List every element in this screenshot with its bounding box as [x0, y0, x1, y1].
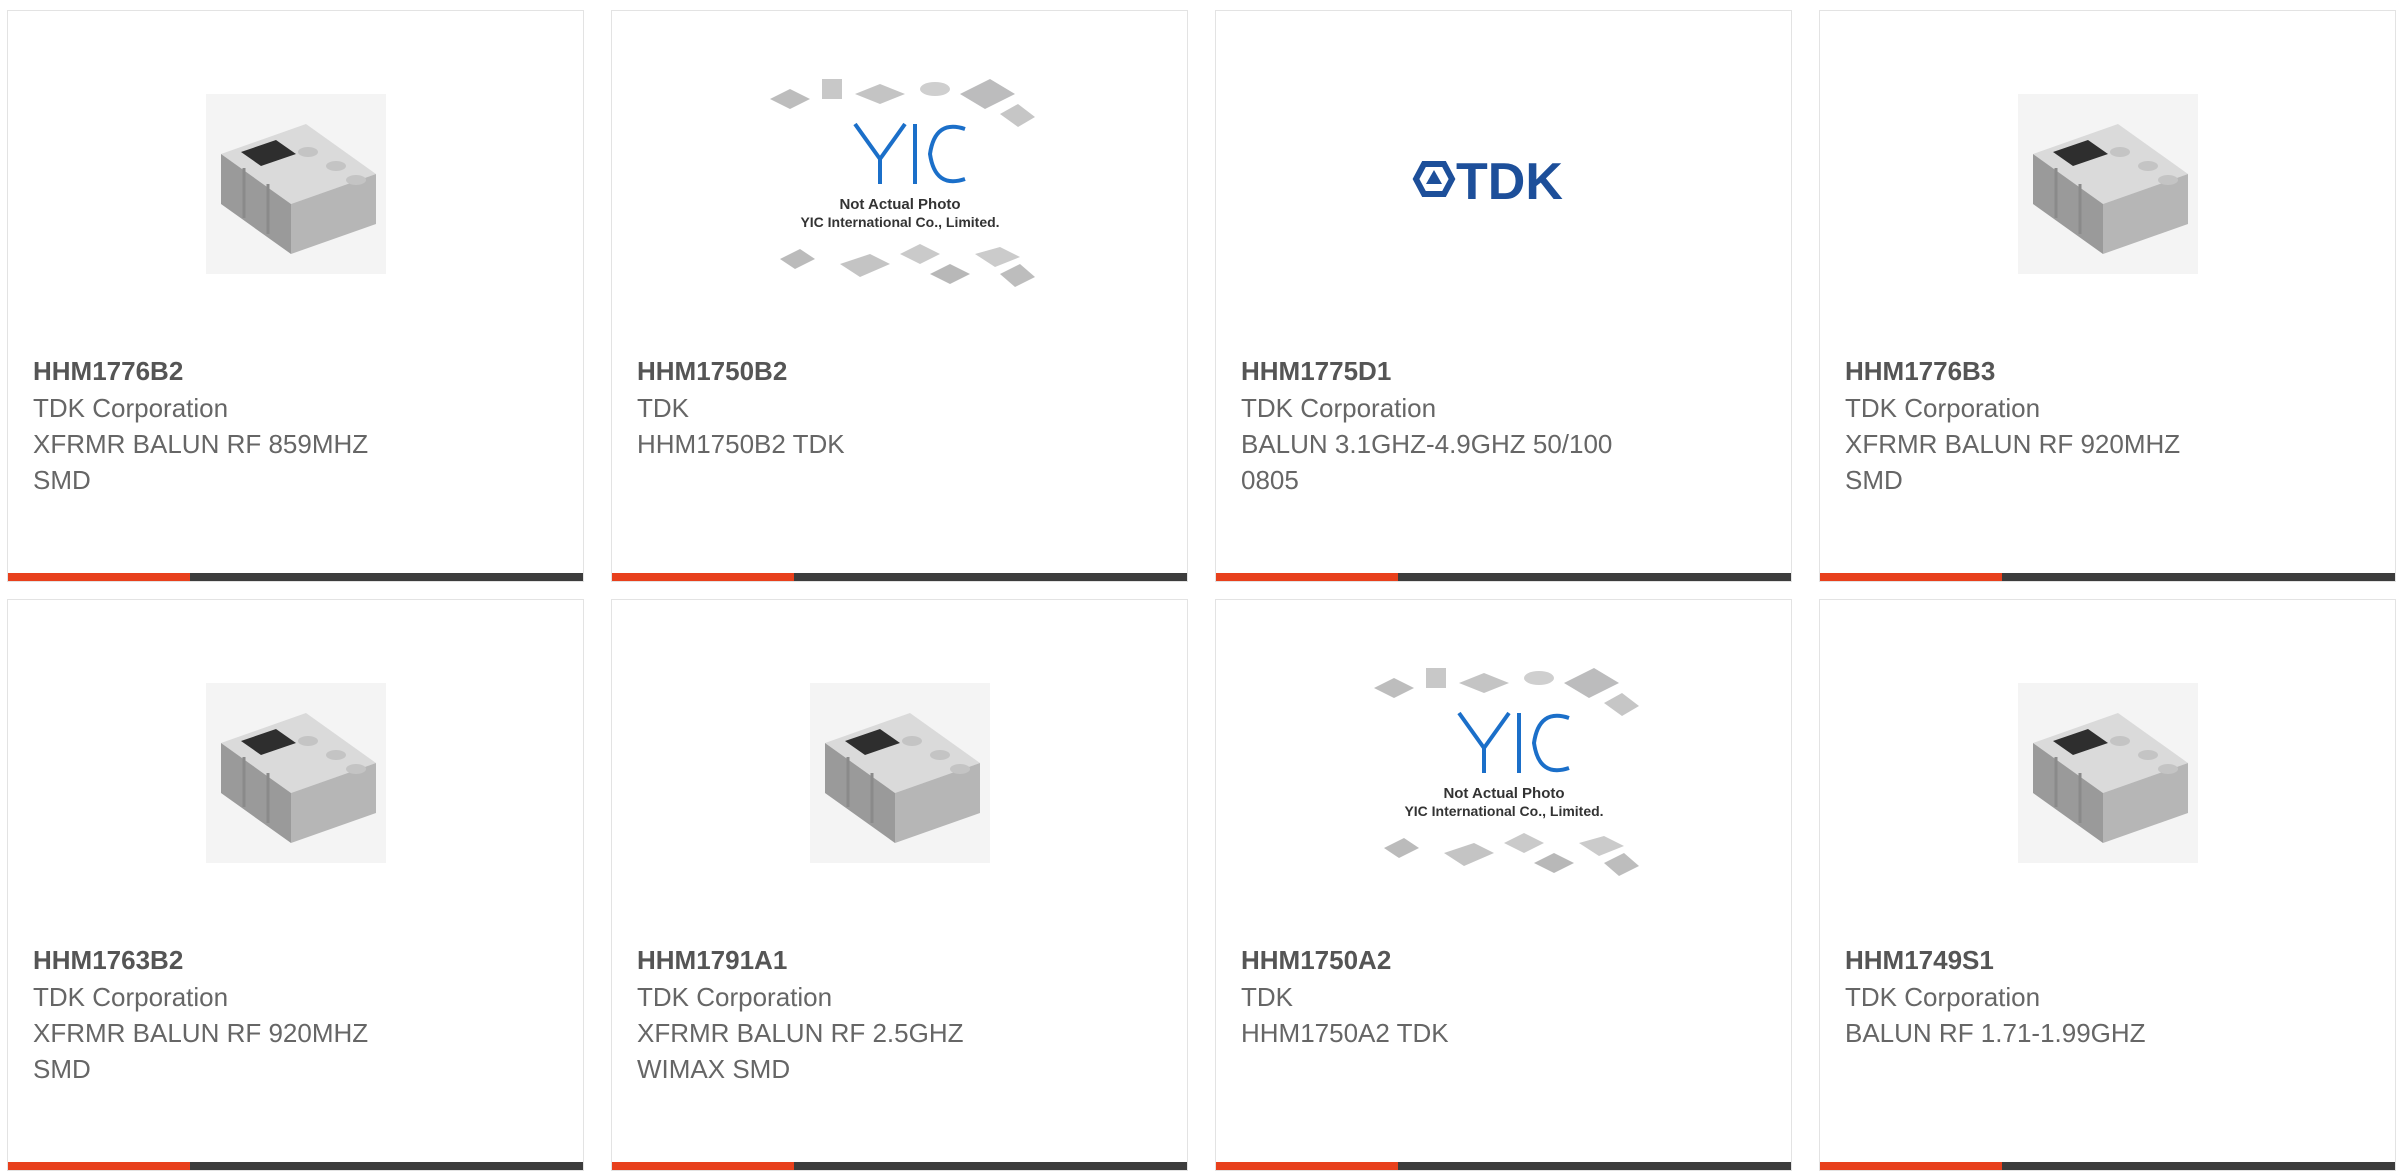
- card-footer-bar: [1820, 573, 2395, 581]
- manufacturer: TDK Corporation: [1241, 393, 1437, 423]
- manufacturer: TDK Corporation: [637, 982, 833, 1012]
- description-continued: SMD: [33, 465, 91, 495]
- description: HHM1750A2 TDK: [1241, 1018, 1449, 1048]
- card-footer-bar: [1216, 573, 1791, 581]
- product-card[interactable]: HHM1749S1 TDK Corporation BALUN RF 1.71-…: [1819, 599, 2396, 1171]
- product-image: [1820, 11, 2395, 356]
- not-actual-photo-icon: Not Actual Photo YIC International Co., …: [1373, 667, 1639, 876]
- balun-chip-icon: [809, 682, 990, 863]
- card-accent: [612, 1162, 794, 1170]
- balun-chip-icon: [2017, 682, 2198, 863]
- product-image: [8, 600, 583, 945]
- svg-text:YIC International Co., Limited: YIC International Co., Limited.: [800, 214, 999, 230]
- balun-chip-icon: [205, 93, 386, 274]
- part-number[interactable]: HHM1791A1: [637, 942, 1167, 979]
- card-footer-bar: [8, 1162, 583, 1170]
- yic-logo-icon: [852, 122, 966, 184]
- manufacturer: TDK: [1241, 982, 1293, 1012]
- product-image: [8, 11, 583, 356]
- description: XFRMR BALUN RF 859MHZ: [33, 429, 369, 459]
- description: XFRMR BALUN RF 2.5GHZ: [637, 1018, 964, 1048]
- part-number[interactable]: HHM1776B2: [33, 353, 563, 390]
- product-image: Not Actual Photo YIC International Co., …: [1216, 600, 1791, 945]
- svg-text:TDK: TDK: [1456, 153, 1563, 211]
- part-number[interactable]: HHM1750A2: [1241, 942, 1771, 979]
- card-accent: [8, 573, 190, 581]
- not-actual-photo-icon: Not Actual Photo YIC International Co., …: [769, 78, 1035, 287]
- product-card[interactable]: HHM1776B3 TDK Corporation XFRMR BALUN RF…: [1819, 10, 2396, 582]
- description: HHM1750B2 TDK: [637, 429, 845, 459]
- card-footer-bar: [1820, 1162, 2395, 1170]
- card-accent: [1216, 573, 1398, 581]
- card-footer-bar: [612, 1162, 1187, 1170]
- product-card[interactable]: HHM1791A1 TDK Corporation XFRMR BALUN RF…: [611, 599, 1188, 1171]
- part-number[interactable]: HHM1775D1: [1241, 353, 1771, 390]
- balun-chip-icon: [2017, 93, 2198, 274]
- description: BALUN 3.1GHZ-4.9GHZ 50/100: [1241, 429, 1613, 459]
- product-grid: HHM1776B2 TDK Corporation XFRMR BALUN RF…: [0, 0, 2400, 1171]
- description: XFRMR BALUN RF 920MHZ: [33, 1018, 369, 1048]
- product-image: [612, 600, 1187, 945]
- card-accent: [1820, 1162, 2002, 1170]
- manufacturer: TDK: [637, 393, 689, 423]
- manufacturer: TDK Corporation: [33, 393, 229, 423]
- description-continued: 0805: [1241, 465, 1299, 495]
- tdk-logo-icon: TDK: [1412, 153, 1563, 211]
- product-image: Not Actual Photo YIC International Co., …: [612, 11, 1187, 356]
- manufacturer: TDK Corporation: [1845, 982, 2041, 1012]
- product-image: TDK: [1216, 11, 1791, 356]
- card-footer-bar: [612, 573, 1187, 581]
- yic-logo-icon: [1456, 711, 1570, 773]
- card-accent: [612, 573, 794, 581]
- card-accent: [8, 1162, 190, 1170]
- svg-text:Not Actual Photo: Not Actual Photo: [1443, 785, 1564, 802]
- product-card[interactable]: Not Actual Photo YIC International Co., …: [611, 10, 1188, 582]
- card-accent: [1820, 573, 2002, 581]
- product-card[interactable]: Not Actual Photo YIC International Co., …: [1215, 599, 1792, 1171]
- part-number[interactable]: HHM1750B2: [637, 353, 1167, 390]
- description: BALUN RF 1.71-1.99GHZ: [1845, 1018, 2146, 1048]
- svg-text:Not Actual Photo: Not Actual Photo: [839, 196, 960, 213]
- manufacturer: TDK Corporation: [33, 982, 229, 1012]
- card-footer-bar: [1216, 1162, 1791, 1170]
- part-number[interactable]: HHM1763B2: [33, 942, 563, 979]
- product-card[interactable]: TDK HHM1775D1 TDK Corporation BALUN 3.1G…: [1215, 10, 1792, 582]
- product-image: [1820, 600, 2395, 945]
- manufacturer: TDK Corporation: [1845, 393, 2041, 423]
- svg-text:YIC International Co., Limited: YIC International Co., Limited.: [1404, 803, 1603, 819]
- product-card[interactable]: HHM1763B2 TDK Corporation XFRMR BALUN RF…: [7, 599, 584, 1171]
- part-number[interactable]: HHM1776B3: [1845, 353, 2375, 390]
- description-continued: SMD: [1845, 465, 1903, 495]
- description: XFRMR BALUN RF 920MHZ: [1845, 429, 2181, 459]
- card-footer-bar: [8, 573, 583, 581]
- product-card[interactable]: HHM1776B2 TDK Corporation XFRMR BALUN RF…: [7, 10, 584, 582]
- description-continued: WIMAX SMD: [637, 1054, 791, 1084]
- part-number[interactable]: HHM1749S1: [1845, 942, 2375, 979]
- description-continued: SMD: [33, 1054, 91, 1084]
- balun-chip-icon: [205, 682, 386, 863]
- card-accent: [1216, 1162, 1398, 1170]
